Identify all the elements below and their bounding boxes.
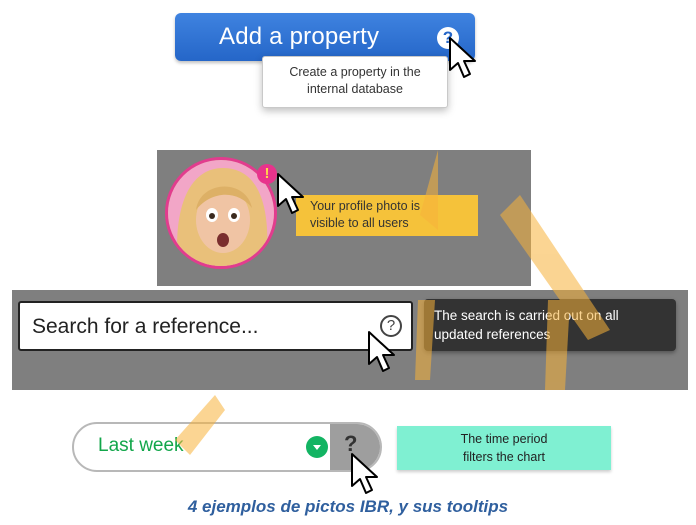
selected-period: Last week <box>98 435 184 456</box>
tooltip-line-2: filters the chart <box>463 450 545 464</box>
mouse-cursor-icon <box>351 453 378 494</box>
mouse-cursor-icon <box>368 331 395 372</box>
tooltip-line-2: internal database <box>307 82 403 96</box>
chevron-down-icon[interactable] <box>306 436 328 458</box>
add-property-label: Add a property <box>219 23 380 50</box>
mouse-cursor-icon <box>449 37 476 78</box>
add-property-tooltip: Create a property in the internal databa… <box>262 56 448 108</box>
figure-caption: 4 ejemplos de pictos IBR, y sus tooltips <box>187 497 509 516</box>
tooltip-line-2: updated references <box>434 327 551 342</box>
tooltip-line-1: Your profile photo is <box>310 199 421 213</box>
profile-photo-example: ! Your profile photo is visible to all u… <box>157 150 531 286</box>
add-property-button[interactable]: Add a property ? <box>175 13 475 61</box>
tooltip-line-1: Create a property in the <box>289 65 421 79</box>
search-tooltip: The search is carried out on all updated… <box>424 299 676 351</box>
time-period-tooltip: The time period filters the chart <box>397 426 611 470</box>
mouse-cursor-icon <box>277 173 304 214</box>
time-period-select[interactable]: Last week ? <box>72 422 382 472</box>
search-input[interactable]: Search for a reference... ? <box>18 301 413 351</box>
search-example: Search for a reference... ? The search i… <box>12 290 688 390</box>
tooltip-line-1: The search is carried out on all <box>434 308 619 323</box>
profile-photo-tooltip: Your profile photo is visible to all use… <box>296 195 478 236</box>
search-placeholder: Search for a reference... <box>32 315 259 338</box>
tooltip-line-2: visible to all users <box>310 216 409 230</box>
tooltip-line-1: The time period <box>460 432 548 446</box>
